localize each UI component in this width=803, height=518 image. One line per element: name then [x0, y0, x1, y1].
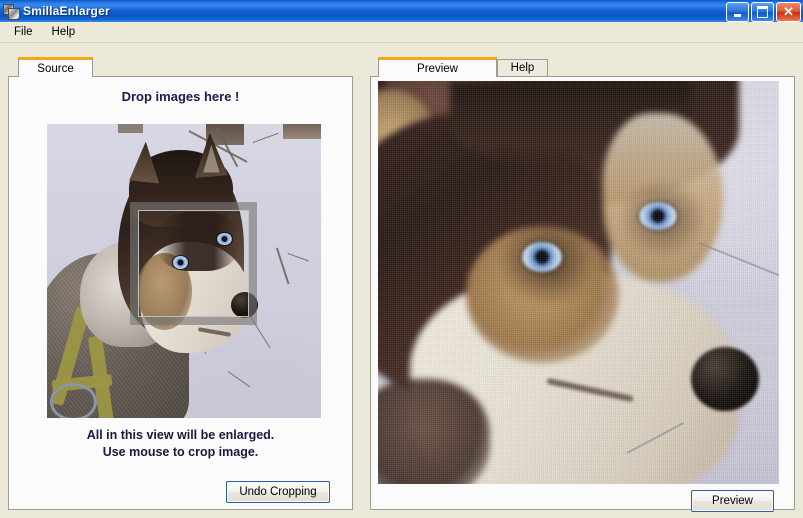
source-image[interactable]: [47, 124, 321, 418]
menu-bar: File Help: [0, 22, 803, 43]
tab-source[interactable]: Source: [18, 57, 93, 77]
preview-tab-row: Preview Help: [370, 57, 795, 77]
close-icon: ✕: [783, 4, 794, 19]
window-controls: ✕: [726, 2, 801, 22]
tab-source-label: Source: [37, 62, 74, 75]
undo-cropping-button[interactable]: Undo Cropping: [226, 481, 330, 503]
tab-help-label: Help: [510, 62, 535, 74]
preview-image: [378, 81, 779, 484]
preview-button[interactable]: Preview: [691, 490, 774, 512]
maximize-button[interactable]: [751, 2, 774, 22]
drop-images-label: Drop images here !: [121, 89, 240, 104]
menu-item-file[interactable]: File: [6, 24, 41, 40]
crop-instructions: All in this view will be enlarged. Use m…: [9, 427, 352, 461]
maximize-icon: [757, 6, 768, 18]
crop-selection-rectangle[interactable]: [130, 202, 257, 325]
preview-panel: Preview: [370, 76, 795, 512]
tab-help[interactable]: Help: [497, 59, 548, 77]
close-button[interactable]: ✕: [776, 2, 801, 22]
title-bar: SmillaEnlarger ✕: [0, 0, 803, 22]
tab-preview[interactable]: Preview: [378, 57, 497, 77]
source-panel: Drop images here ! All in this view will…: [8, 76, 353, 510]
app-photos-icon: [3, 3, 20, 20]
source-tab-row: Source: [8, 57, 353, 77]
minimize-icon: [734, 14, 741, 17]
menu-item-help[interactable]: Help: [44, 24, 84, 40]
smilla-enlarger-window: SmillaEnlarger ✕ File Help Source Drop i…: [0, 0, 803, 518]
minimize-button[interactable]: [726, 2, 749, 22]
window-title: SmillaEnlarger: [23, 4, 110, 18]
tab-preview-label: Preview: [417, 62, 458, 75]
crop-instructions-line1: All in this view will be enlarged.: [86, 428, 275, 442]
crop-instructions-line2: Use mouse to crop image.: [102, 445, 259, 459]
preview-photo-husky-zoomed: [378, 81, 779, 484]
